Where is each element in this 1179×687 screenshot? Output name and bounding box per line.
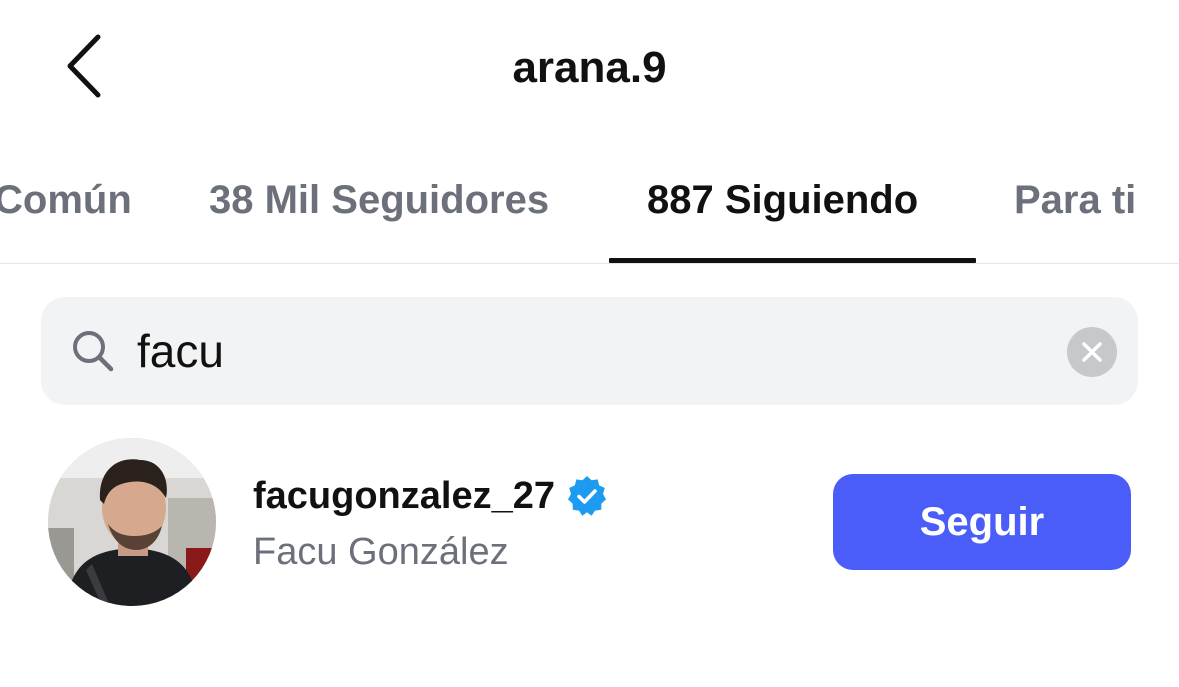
tab-followers[interactable]: 38 Mil Seguidores: [209, 174, 549, 226]
divider: [0, 263, 1179, 264]
follow-button[interactable]: Seguir: [833, 474, 1131, 570]
list-item[interactable]: facugonzalez_27 Facu González Seguir: [0, 430, 1179, 620]
avatar[interactable]: [48, 438, 216, 606]
search-icon: [73, 331, 114, 372]
username-link[interactable]: facugonzalez_27: [253, 472, 609, 520]
clear-icon: [1082, 342, 1102, 362]
tab-for-you[interactable]: Para ti: [1014, 174, 1136, 226]
search-input[interactable]: [137, 317, 1037, 385]
tab-common[interactable]: Común: [0, 174, 132, 226]
following-screen: arana.9 Común 38 Mil Seguidores 887 Sigu…: [0, 0, 1179, 687]
clear-search-button[interactable]: [1067, 327, 1117, 377]
search-bar: [41, 297, 1138, 405]
profile-photo: [48, 438, 216, 606]
tab-following[interactable]: 887 Siguiendo: [647, 174, 918, 226]
tab-bar: Común 38 Mil Seguidores 887 Siguiendo Pa…: [0, 150, 1179, 264]
full-name: Facu González: [253, 531, 509, 573]
page-title: arana.9: [512, 43, 667, 92]
verified-badge-icon: [568, 476, 606, 516]
username: facugonzalez_27: [253, 475, 555, 517]
